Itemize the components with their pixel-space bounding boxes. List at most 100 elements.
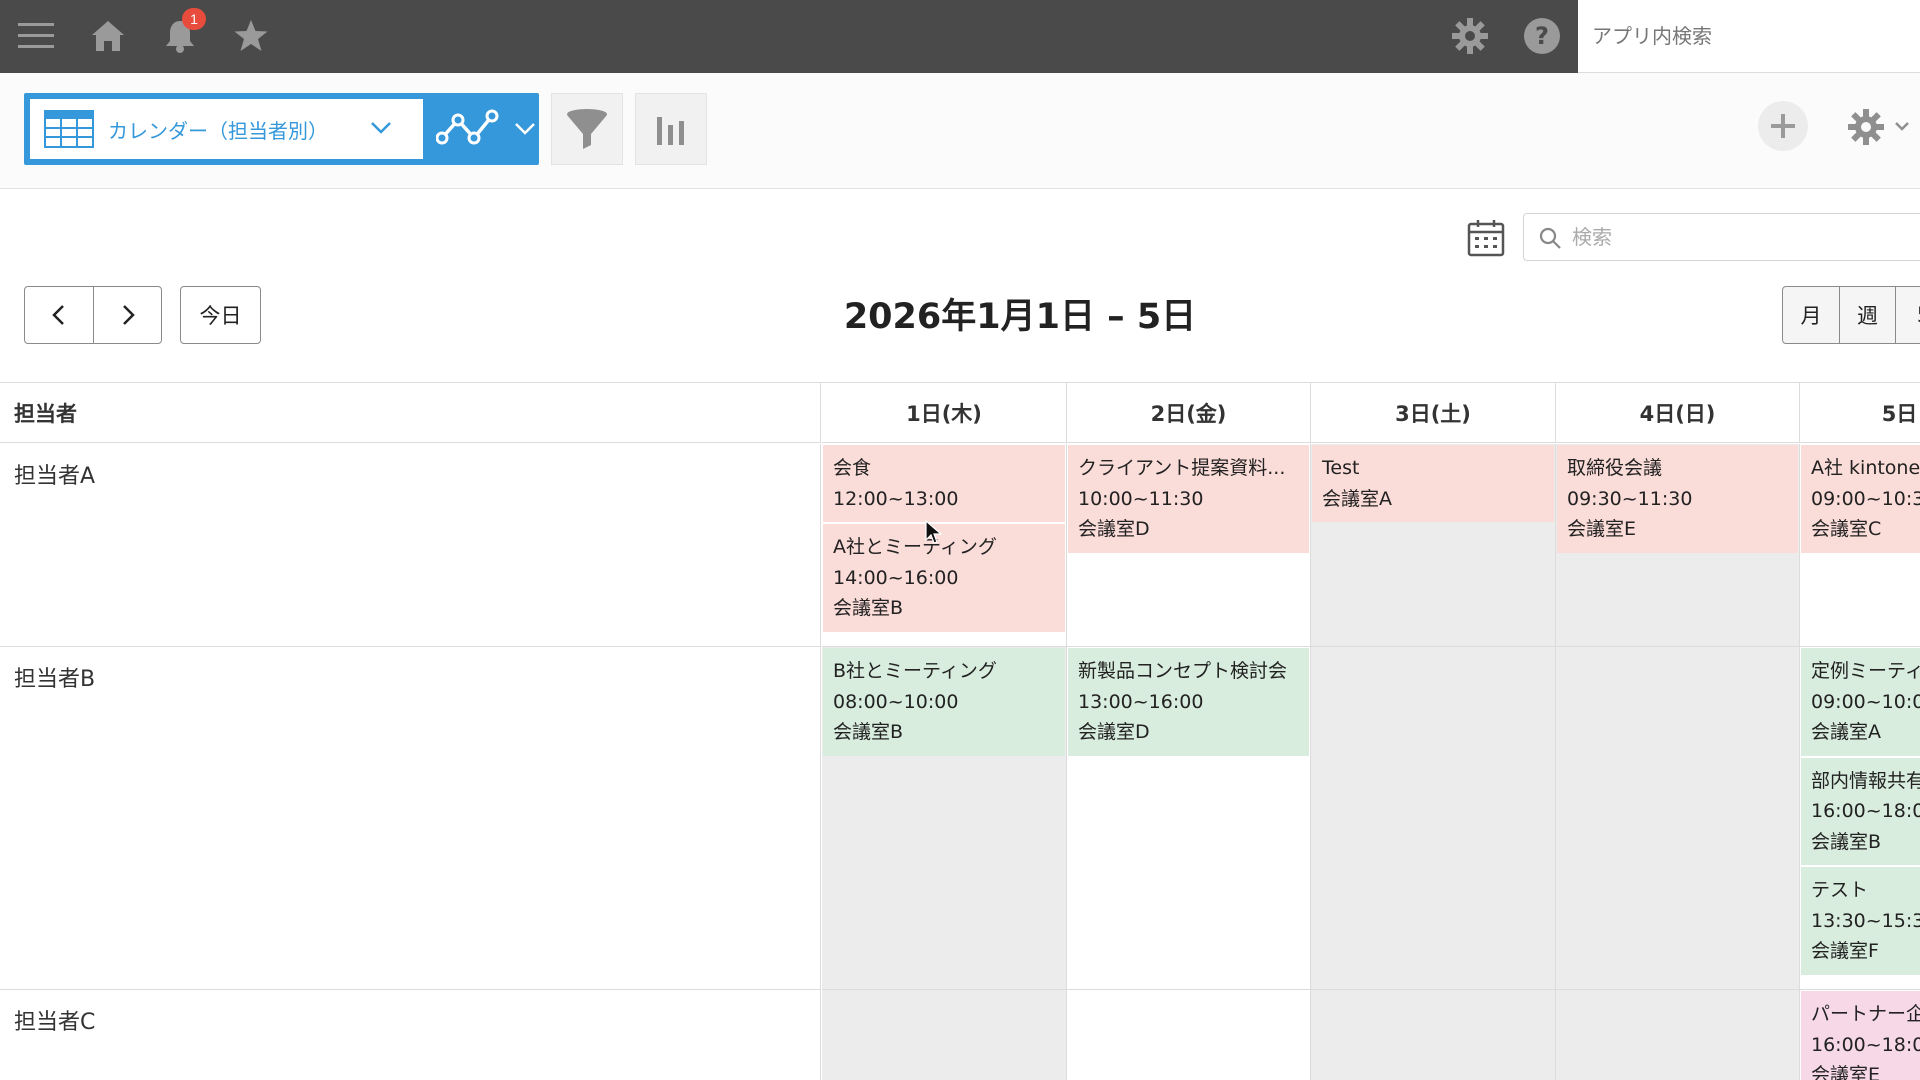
calendar-event[interactable]: 会食 12:00~13:00 — [823, 445, 1065, 522]
event-room: 会議室E — [1811, 1064, 1881, 1080]
calendar-cell[interactable] — [1556, 990, 1800, 1080]
calendar-cell[interactable]: B社とミーティング 08:00~10:00 会議室B — [822, 647, 1067, 990]
calendar-event[interactable]: 部内情報共有 16:00~18:0 会議室B — [1801, 757, 1920, 865]
graph-icon[interactable] — [436, 108, 500, 150]
mouse-cursor-icon — [925, 520, 943, 544]
event-title: 部内情報共有 — [1811, 769, 1920, 792]
help-icon[interactable]: ? — [1520, 14, 1564, 58]
svg-text:?: ? — [1535, 22, 1549, 50]
event-title: A社とミーティング — [833, 536, 997, 558]
five-day-view-button[interactable]: 5 — [1895, 287, 1920, 343]
event-time: 会議室A — [1322, 487, 1392, 510]
calendar-event[interactable]: パートナー企 16:00~18:0 会議室E — [1801, 991, 1920, 1080]
calendar-cell[interactable] — [1556, 647, 1800, 990]
event-time: 10:00~11:30 — [1078, 487, 1204, 510]
chart-button[interactable] — [635, 93, 707, 165]
gear-icon[interactable] — [1448, 14, 1492, 58]
event-title: 会食 — [833, 457, 872, 479]
day-column-header: 2日(金) — [1067, 383, 1311, 443]
global-header: 1 ? — [0, 0, 1920, 73]
calendar-cell[interactable]: クライアント提案資料... 10:00~11:30 会議室D — [1067, 444, 1311, 647]
month-view-button[interactable]: 月 — [1783, 287, 1839, 343]
event-time: 12:00~13:00 — [833, 487, 959, 510]
view-name: カレンダー（担当者別） — [108, 119, 328, 143]
chevron-down-icon[interactable] — [370, 121, 392, 135]
event-room: 会議室D — [1078, 721, 1150, 743]
calendar-cell[interactable] — [1311, 647, 1556, 990]
assignee-column-header: 担当者 — [0, 383, 821, 443]
event-room: 会議室A — [1811, 721, 1881, 743]
event-time: 09:30~11:30 — [1567, 487, 1693, 510]
bar-chart-icon — [657, 117, 684, 145]
event-room: 会議室F — [1811, 940, 1879, 962]
day-column-header: 5日 — [1800, 383, 1920, 443]
filter-icon — [567, 109, 607, 149]
day-column-header: 3日(土) — [1311, 383, 1556, 443]
event-time: 09:00~10:3 — [1811, 487, 1920, 510]
event-title: 定例ミーティ — [1811, 660, 1920, 682]
calendar-search-input[interactable] — [1572, 225, 1872, 249]
calendar-cell[interactable] — [1067, 990, 1311, 1080]
assignee-row-label: 担当者C — [0, 990, 821, 1080]
event-room: 会議室B — [833, 721, 904, 743]
event-room: 会議室C — [1811, 518, 1882, 540]
date-range-title: 2026年1月1日 – 5日 — [843, 297, 1197, 337]
search-icon — [1539, 227, 1561, 249]
day-column-header: 1日(木) — [822, 383, 1067, 443]
calendar-cell[interactable]: A社 kintone 09:00~10:3 会議室C — [1800, 444, 1920, 647]
star-icon[interactable] — [229, 14, 273, 58]
view-mode-toggle: 月 週 5 — [1782, 286, 1920, 344]
calendar-icon[interactable] — [1466, 218, 1506, 258]
event-room: 会議室D — [1078, 518, 1150, 540]
event-time: 14:00~16:00 — [833, 566, 959, 589]
calendar-grid: 担当者 1日(木) 2日(金) 3日(土) 4日(日) 5日担当者A 会食 12:00~13… — [0, 382, 1920, 1080]
assignee-row-label: 担当者A — [0, 444, 821, 647]
notification-badge: 1 — [182, 8, 206, 30]
view-dropdown[interactable]: カレンダー（担当者別） — [30, 99, 423, 159]
chevron-down-icon[interactable] — [514, 122, 536, 136]
event-title: A社 kintone — [1811, 457, 1920, 479]
menu-icon[interactable] — [14, 14, 58, 58]
calendar-event[interactable]: B社とミーティング 08:00~10:00 会議室B — [823, 648, 1065, 756]
calendar-event[interactable]: クライアント提案資料... 10:00~11:30 会議室D — [1068, 445, 1309, 553]
app-toolbar: カレンダー（担当者別） — [0, 73, 1920, 189]
assignee-row-label: 担当者B — [0, 647, 821, 990]
calendar-event[interactable]: A社 kintone 09:00~10:3 会議室C — [1801, 445, 1920, 553]
calendar-cell[interactable]: 新製品コンセプト検討会 13:00~16:00 会議室D — [1067, 647, 1311, 990]
day-column-header: 4日(日) — [1556, 383, 1800, 443]
calendar-event[interactable]: Test 会議室A — [1312, 445, 1554, 522]
calendar-event[interactable]: A社とミーティング 14:00~16:00 会議室B — [823, 524, 1065, 632]
event-title: パートナー企 — [1811, 1003, 1920, 1025]
app-settings-button[interactable] — [1842, 105, 1920, 149]
event-time: 08:00~10:00 — [833, 690, 959, 713]
event-time: 16:00~18:0 — [1811, 800, 1920, 822]
app-search-input[interactable] — [1592, 24, 1912, 48]
event-room: 会議室B — [1811, 830, 1882, 853]
home-icon[interactable] — [86, 14, 130, 58]
event-title: B社とミーティング — [833, 660, 997, 682]
calendar-event[interactable]: 定例ミーティ 09:00~10:0 会議室A — [1801, 648, 1920, 756]
calendar-event[interactable]: 新製品コンセプト検討会 13:00~16:00 会議室D — [1068, 648, 1309, 756]
table-view-icon — [44, 110, 94, 148]
event-room: 会議室B — [833, 597, 904, 619]
calendar-cell[interactable]: Test 会議室A — [1311, 444, 1556, 647]
filter-button[interactable] — [551, 93, 623, 165]
calendar-event[interactable]: テスト 13:30~15:3 会議室F — [1801, 867, 1920, 975]
calendar-cell[interactable] — [1311, 990, 1556, 1080]
event-title: 新製品コンセプト検討会 — [1078, 660, 1288, 682]
view-selector[interactable]: カレンダー（担当者別） — [24, 93, 539, 165]
event-time: 13:00~16:00 — [1078, 690, 1204, 713]
event-time: 13:30~15:3 — [1811, 909, 1920, 932]
calendar-cell[interactable]: 会食 12:00~13:00 A社とミーティング 14:00~16:00 会議室B — [822, 444, 1067, 647]
add-record-button[interactable] — [1758, 101, 1808, 151]
app-search-box[interactable] — [1578, 0, 1920, 73]
calendar-search-box[interactable] — [1523, 213, 1920, 261]
calendar-cell[interactable] — [822, 990, 1067, 1080]
calendar-event[interactable]: 取締役会議 09:30~11:30 会議室E — [1557, 445, 1798, 553]
calendar-cell[interactable]: パートナー企 16:00~18:0 会議室E — [1800, 990, 1920, 1080]
calendar-cell[interactable]: 定例ミーティ 09:00~10:0 会議室A 部内情報共有 16:00~18:0 会議室B… — [1800, 647, 1920, 990]
event-time: 09:00~10:0 — [1811, 690, 1920, 713]
week-view-button[interactable]: 週 — [1839, 287, 1895, 343]
bell-icon[interactable]: 1 — [158, 8, 206, 58]
calendar-cell[interactable]: 取締役会議 09:30~11:30 会議室E — [1556, 444, 1800, 647]
